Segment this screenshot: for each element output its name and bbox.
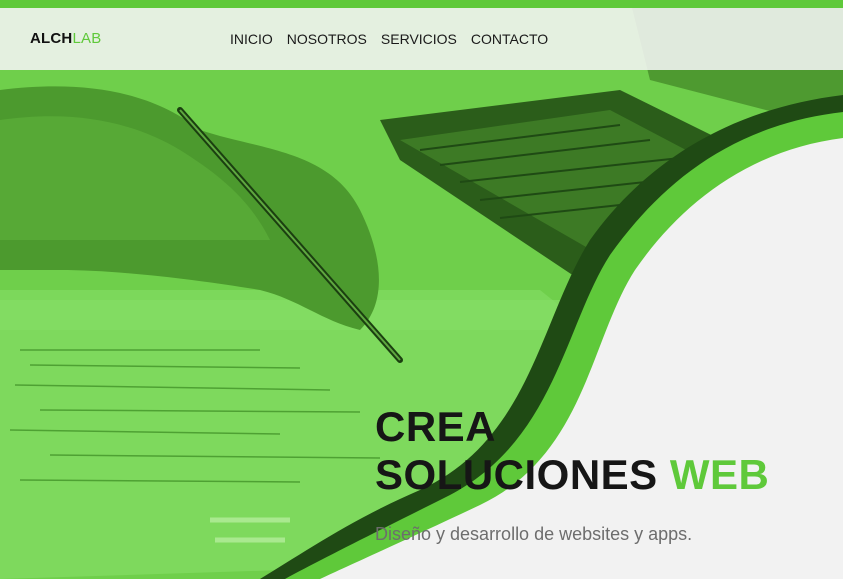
logo-part1: ALCH xyxy=(30,30,73,47)
headline-word-web: WEB xyxy=(669,451,770,498)
logo-part2: LAB xyxy=(72,30,102,47)
headline-line2: SOLUCIONES WEB xyxy=(375,451,769,499)
nav-item-contacto[interactable]: CONTACTO xyxy=(471,31,548,47)
hero-subtitle: Diseño y desarrollo de websites y apps. xyxy=(375,524,693,544)
headline-word-soluciones: SOLUCIONES xyxy=(375,451,658,498)
hero-headline: CREA SOLUCIONES WEB xyxy=(375,403,769,499)
nav-item-servicios[interactable]: SERVICIOS xyxy=(381,31,457,47)
top-accent-bar xyxy=(0,0,843,8)
nav-item-nosotros[interactable]: NOSOTROS xyxy=(287,31,367,47)
navbar: ALCHLAB INICIO NOSOTROS SERVICIOS CONTAC… xyxy=(0,8,843,70)
headline-line1: CREA xyxy=(375,403,497,450)
main-nav: INICIO NOSOTROS SERVICIOS CONTACTO xyxy=(230,31,548,47)
nav-item-inicio[interactable]: INICIO xyxy=(230,31,273,47)
logo[interactable]: ALCHLAB xyxy=(30,30,101,47)
